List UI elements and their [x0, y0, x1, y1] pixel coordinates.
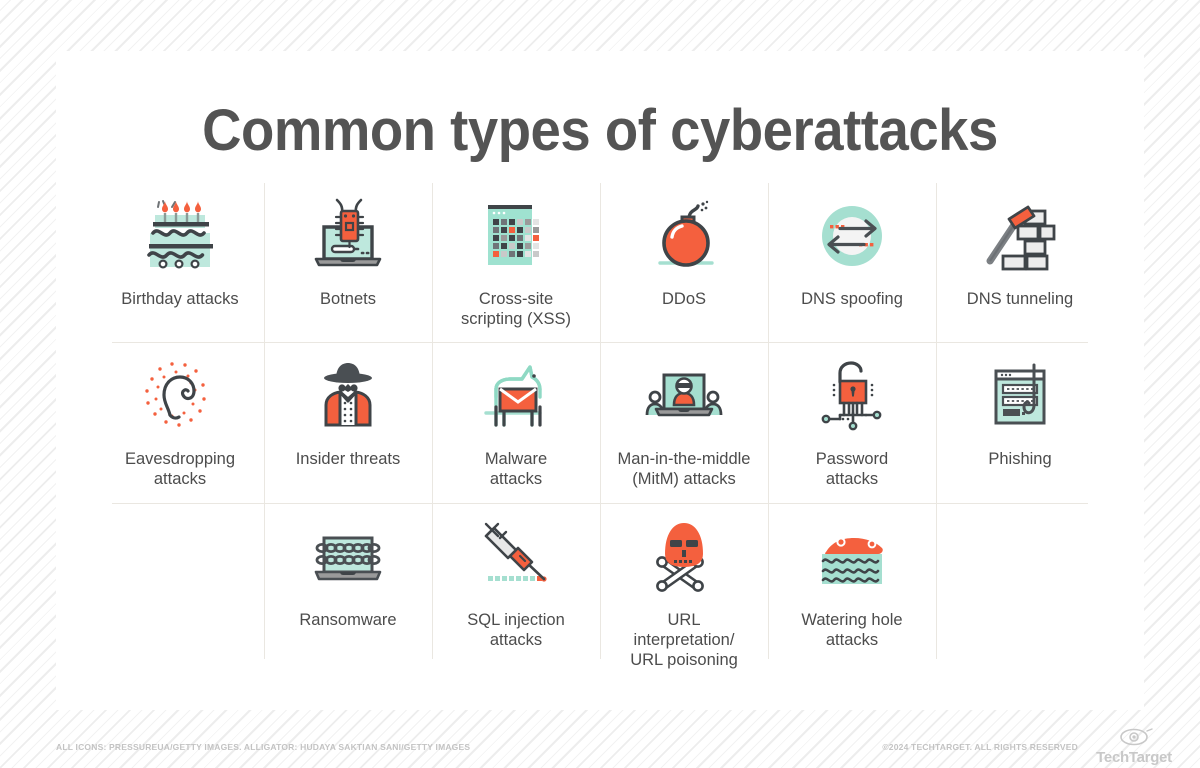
trojan-horse-icon	[474, 357, 558, 435]
birthday-cake-icon	[138, 197, 222, 275]
grid-cell-insider-threats: Insider threats	[264, 343, 432, 504]
cell-label: Phishing	[988, 450, 1052, 468]
attack-type-grid: Birthday attacks Botnets Cross-site scri…	[96, 183, 1104, 669]
spy-icon	[306, 357, 390, 435]
pixel-grid-icon	[474, 197, 558, 275]
login-hook-icon	[978, 357, 1062, 435]
grid-cell-botnets: Botnets	[264, 183, 432, 343]
grid-cell-man-in-the-middle-attacks: Man-in-the-middle (MitM) attacks	[600, 343, 768, 504]
grid-cell-watering-hole-attacks: Watering hole attacks	[768, 504, 936, 659]
grid-cell-ransomware: Ransomware	[264, 504, 432, 659]
copyright-notice: ©2024 TECHTARGET. ALL RIGHTS RESERVED	[882, 742, 1078, 752]
grid-cell-dns-tunneling: DNS tunneling	[936, 183, 1104, 343]
skull-crossbones-icon	[642, 518, 726, 596]
image-credits: ALL ICONS: PRESSUREUA/GETTY IMAGES. ALLI…	[56, 742, 471, 752]
cell-label: SQL injection attacks	[467, 611, 565, 649]
grid-cell-password-attacks: Password attacks	[768, 343, 936, 504]
eye-icon	[1120, 728, 1153, 746]
cell-label: DDoS	[661, 290, 706, 308]
page-title: Common types of cyberattacks	[202, 98, 998, 163]
logo-text: TechTarget	[1096, 749, 1172, 766]
alligator-water-icon	[810, 518, 894, 596]
ear-icon	[138, 357, 222, 435]
cell-label: Password attacks	[815, 450, 889, 488]
cell-label: DNS tunneling	[966, 290, 1074, 308]
grid-cell-malware-attacks: Malware attacks	[432, 343, 600, 504]
padlock-circuit-icon	[810, 357, 894, 435]
grid-cell-ddos: DDoS	[600, 183, 768, 343]
grid-cell-cross-site-scripting: Cross-site scripting (XSS)	[432, 183, 600, 343]
laptop-bug-icon	[306, 197, 390, 275]
cell-label: Ransomware	[299, 611, 397, 629]
cell-label: Malware attacks	[484, 450, 548, 488]
infographic-card: Common types of cyberattacks Birthday at…	[56, 51, 1144, 710]
grid-cell-phishing: Phishing	[936, 343, 1104, 504]
cell-label: Birthday attacks	[121, 290, 239, 308]
cell-label: Botnets	[320, 290, 376, 308]
cell-label: Eavesdropping attacks	[124, 450, 236, 488]
syringe-icon	[474, 518, 558, 596]
grid-cell-empty-right	[936, 504, 1104, 659]
cell-label: URL interpretation/ URL poisoning	[630, 611, 738, 669]
cell-label: Insider threats	[295, 450, 401, 468]
grid-cell-birthday-attacks: Birthday attacks	[96, 183, 264, 343]
cell-label: Cross-site scripting (XSS)	[460, 290, 572, 328]
grid-cell-empty-left	[96, 504, 264, 659]
chained-laptop-icon	[306, 518, 390, 596]
grid-cell-dns-spoofing: DNS spoofing	[768, 183, 936, 343]
hammer-bricks-icon	[978, 197, 1062, 275]
cell-label: Man-in-the-middle (MitM) attacks	[617, 450, 751, 488]
cell-label: DNS spoofing	[801, 290, 903, 308]
grid-cell-sql-injection-attacks: SQL injection attacks	[432, 504, 600, 659]
laptop-intruder-icon	[642, 357, 726, 435]
techtarget-logo: TechTarget	[1086, 728, 1182, 766]
bomb-icon	[642, 197, 726, 275]
grid-cell-url-interpretation: URL interpretation/ URL poisoning	[600, 504, 768, 669]
two-way-arrows-icon	[810, 197, 894, 275]
cell-label: Watering hole attacks	[801, 611, 903, 649]
grid-cell-eavesdropping-attacks: Eavesdropping attacks	[96, 343, 264, 504]
